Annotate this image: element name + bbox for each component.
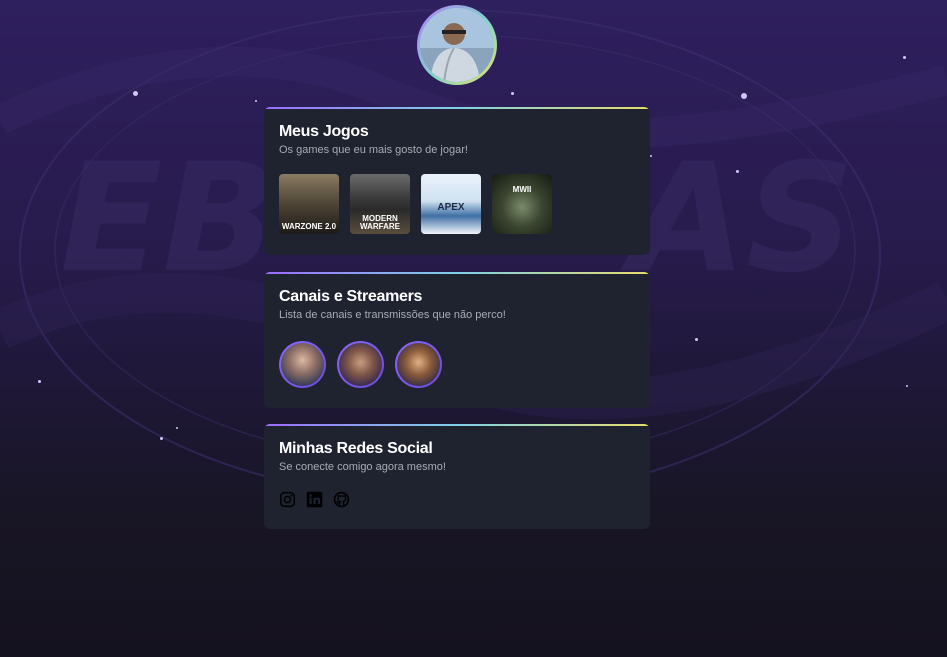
star [650,155,652,157]
instagram-icon[interactable] [279,491,296,508]
linkedin-icon[interactable] [306,491,323,508]
star [255,100,257,102]
streamers-list [279,341,635,388]
social-card: Minhas Redes Social Se conecte comigo ag… [264,424,650,529]
github-icon[interactable] [333,491,350,508]
social-title: Minhas Redes Social [279,440,433,457]
star [906,385,908,387]
games-subtitle: Os games que eu mais gosto de jogar! [279,144,468,156]
profile-photo [420,8,494,82]
game-caption: MWII [512,185,532,194]
game-mw2[interactable]: MWII [492,174,552,234]
streamers-subtitle: Lista de canais e transmissões que não p… [279,309,506,321]
streamer-avatar-1[interactable] [279,341,326,388]
star [695,338,698,341]
streamer-photo [397,343,440,386]
streamers-card: Canais e Streamers Lista de canais e tra… [264,272,650,408]
streamer-photo [281,343,324,386]
svg-text:EB: EB [60,132,277,306]
streamer-photo [339,343,382,386]
game-modern-warfare[interactable]: MODERN WARFARE [350,174,410,234]
game-caption: APEX [437,202,465,213]
star [160,437,163,440]
star [38,380,41,383]
game-caption: WARZONE 2.0 [281,222,337,231]
person-silhouette [420,8,494,82]
games-list: WARZONE 2.0 MODERN WARFARE APEX MWII [279,174,635,234]
games-card: Meus Jogos Os games que eu mais gosto de… [264,107,650,255]
game-apex[interactable]: APEX [421,174,481,234]
game-caption: MODERN WARFARE [360,214,400,231]
svg-text:AS: AS [620,132,854,306]
profile-avatar [417,5,497,85]
star [511,92,514,95]
streamer-avatar-2[interactable] [337,341,384,388]
star [736,170,739,173]
game-warzone[interactable]: WARZONE 2.0 [279,174,339,234]
social-links [279,491,635,508]
star [903,56,906,59]
streamer-avatar-3[interactable] [395,341,442,388]
star [133,91,138,96]
star [741,93,747,99]
streamers-title: Canais e Streamers [279,288,423,305]
star [176,427,178,429]
social-subtitle: Se conecte comigo agora mesmo! [279,461,446,473]
games-title: Meus Jogos [279,123,369,140]
